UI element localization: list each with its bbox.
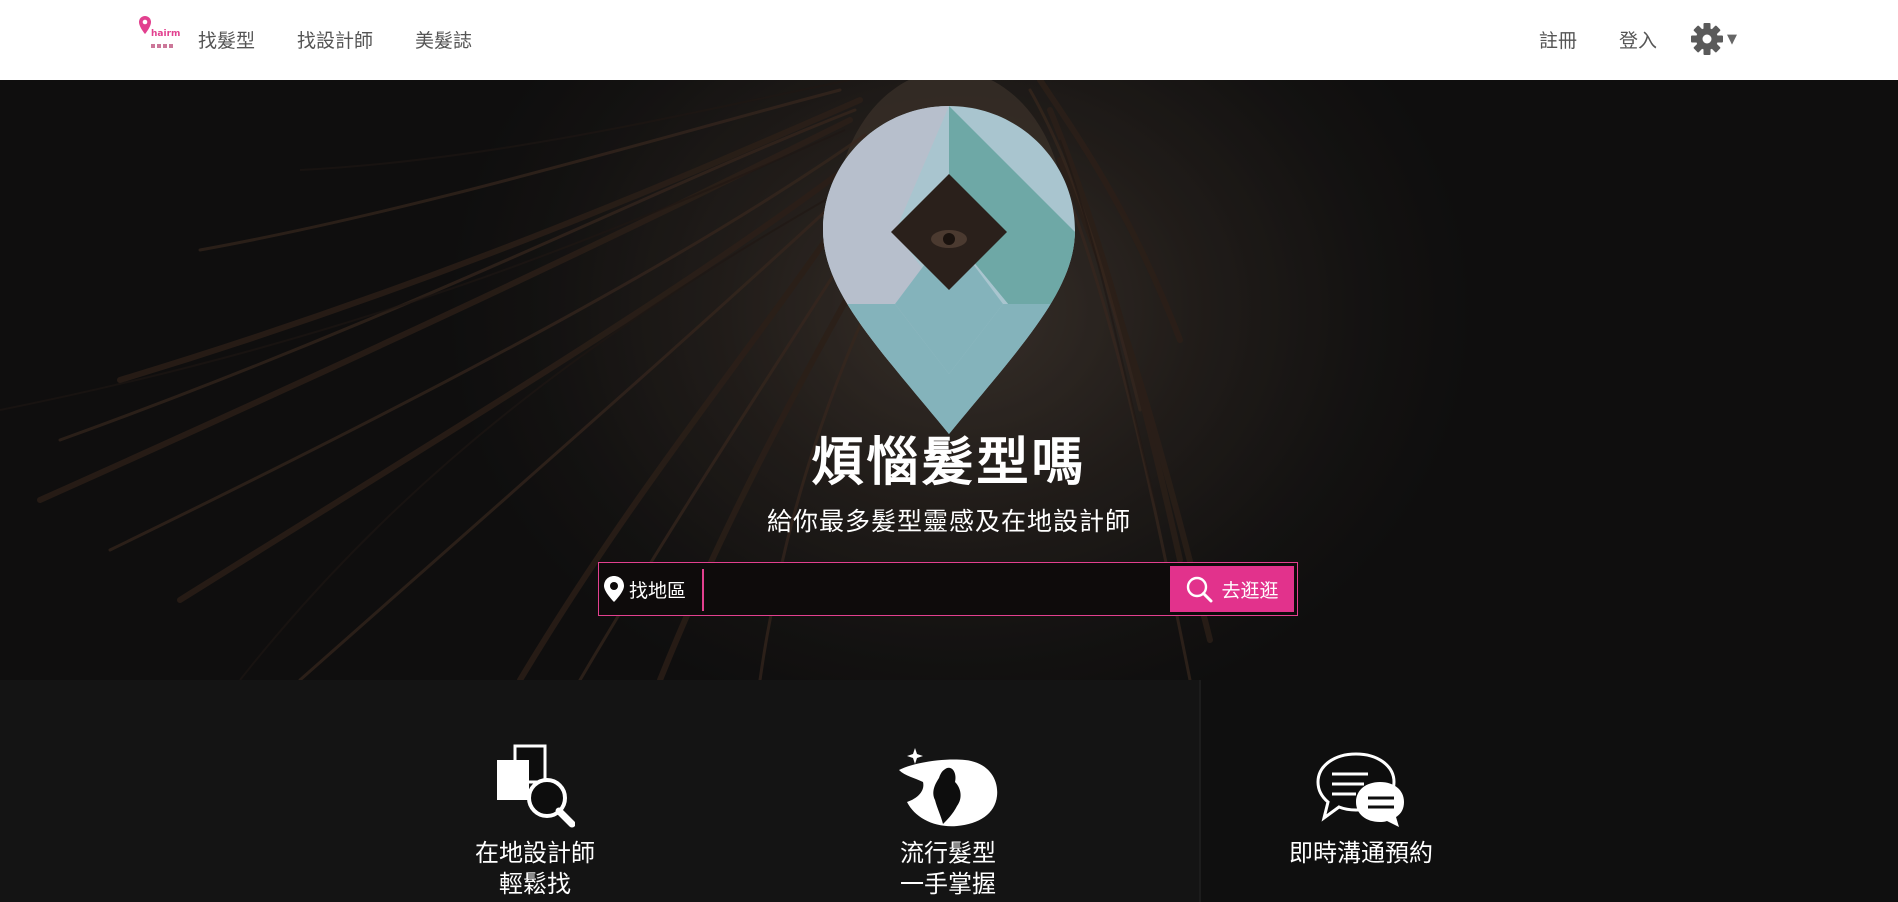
main-nav: 找髮型 找設計師 美髮誌 — [198, 26, 472, 53]
top-navbar: hairmap 找髮型 找設計師 美髮誌 註冊 登入 — [0, 0, 1898, 80]
search-button[interactable]: 去逛逛 — [1170, 566, 1294, 612]
feature-booking-line1: 即時溝通預約 — [1289, 839, 1433, 867]
search-divider — [702, 569, 704, 611]
hairstyle-taiwan-icon — [899, 748, 998, 827]
nav-link-designers[interactable]: 找設計師 — [297, 26, 373, 53]
nav-link-hairstyles[interactable]: 找髮型 — [198, 26, 255, 53]
feature-hairstyles-line2: 一手掌握 — [900, 870, 996, 898]
feature-hairstyles-line1: 流行髮型 — [900, 839, 996, 867]
logo-wordmark: hairmap — [151, 29, 180, 39]
hero-banner: 煩惱髮型嗎 給你最多髮型靈感及在地設計師 找地區 去逛逛 — [0, 80, 1898, 680]
search-input[interactable] — [709, 569, 1159, 611]
chevron-down-icon: ▼ — [1727, 31, 1737, 47]
hero-map-pin-logo — [823, 106, 1075, 434]
gear-icon — [1691, 23, 1723, 55]
location-label: 找地區 — [629, 579, 687, 602]
login-link[interactable]: 登入 — [1619, 26, 1657, 53]
features-section: 在地設計師 輕鬆找 流行髮型 一手掌握 即時溝通預約 — [0, 680, 1898, 902]
chat-bubbles-icon — [1316, 752, 1404, 827]
hero-title: 煩惱髮型嗎 — [811, 433, 1087, 493]
hairmap-logo[interactable]: hairmap — [138, 14, 193, 54]
register-link[interactable]: 註冊 — [1539, 26, 1577, 53]
hero-subtitle: 給你最多髮型靈感及在地設計師 — [766, 507, 1131, 536]
settings-dropdown[interactable]: ▼ — [1690, 22, 1737, 56]
feature-hairstyles: 流行髮型 一手掌握 — [798, 738, 1098, 900]
designer-search-icon — [497, 744, 575, 828]
feature-booking: 即時溝通預約 — [1211, 738, 1511, 869]
feature-designers-line1: 在地設計師 — [475, 839, 595, 867]
search-icon — [1187, 576, 1213, 603]
account-nav: 註冊 登入 — [1539, 26, 1657, 53]
location-pin-icon — [604, 576, 624, 602]
feature-designers-line2: 輕鬆找 — [499, 870, 571, 898]
feature-designers: 在地設計師 輕鬆找 — [385, 738, 685, 900]
location-selector[interactable]: 找地區 — [603, 575, 686, 603]
nav-link-magazine[interactable]: 美髮誌 — [415, 26, 472, 53]
search-bar: 找地區 去逛逛 — [598, 562, 1298, 616]
search-button-label: 去逛逛 — [1221, 579, 1279, 602]
